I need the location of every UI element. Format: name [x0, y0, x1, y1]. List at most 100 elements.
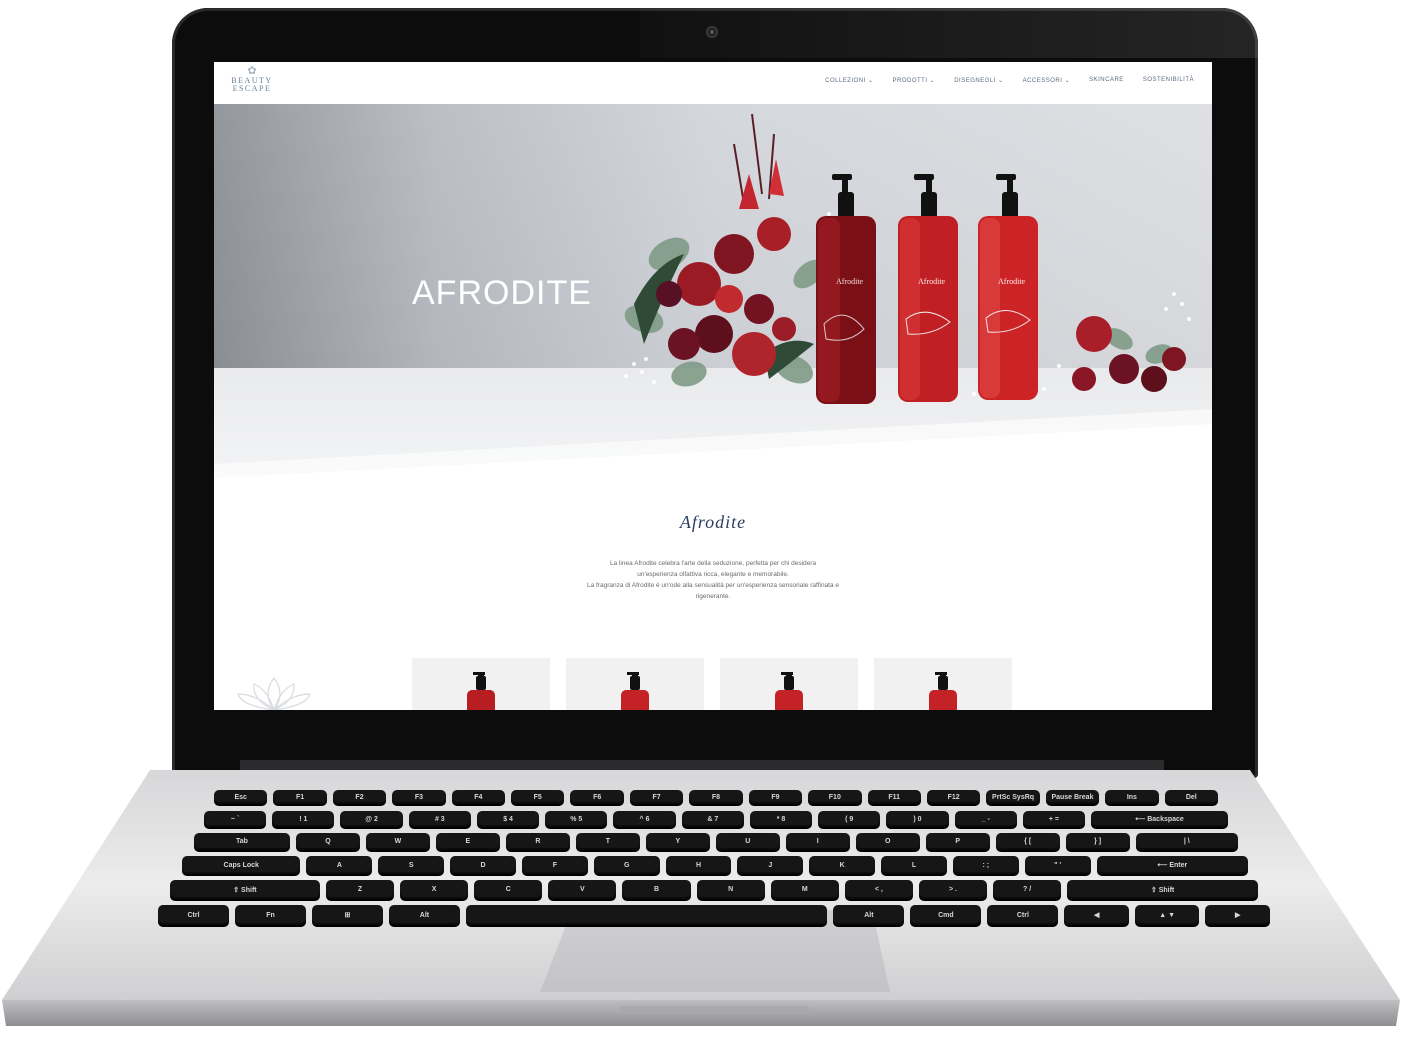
- key-row4-3[interactable]: D: [450, 856, 516, 874]
- key-row4-7[interactable]: J: [737, 856, 804, 874]
- key-row2-2[interactable]: @ 2: [340, 811, 403, 827]
- key-row2-7[interactable]: & 7: [681, 811, 744, 827]
- nav-item-disegnegli[interactable]: DISEGNEGLI ⌄: [954, 77, 1003, 84]
- key-row4-5[interactable]: G: [593, 856, 660, 874]
- key-row3-13[interactable]: | \: [1135, 833, 1238, 850]
- key-row5-2[interactable]: X: [400, 880, 469, 899]
- key-row3-4[interactable]: R: [505, 833, 570, 850]
- key-row5-8[interactable]: < ,: [844, 880, 913, 899]
- key-row4-1[interactable]: A: [306, 856, 373, 874]
- key-row2-5[interactable]: % 5: [545, 811, 608, 827]
- nav-item-sostenibilita[interactable]: SOSTENIBILITÀ: [1143, 77, 1194, 84]
- key-row4-2[interactable]: S: [378, 856, 445, 874]
- key-row1-5[interactable]: F5: [511, 790, 565, 804]
- key-row5-6[interactable]: N: [696, 880, 765, 899]
- key-row5-4[interactable]: V: [548, 880, 617, 899]
- key-row3-0[interactable]: Tab: [194, 833, 290, 850]
- key-row5-7[interactable]: M: [770, 880, 839, 899]
- key-row3-9[interactable]: O: [855, 833, 920, 850]
- intro-line-2: un'esperienza olfattiva ricca, elegante …: [637, 571, 789, 578]
- key-row4-12[interactable]: ⟵ Enter: [1096, 856, 1248, 874]
- key-row2-10[interactable]: ) 0: [886, 811, 949, 827]
- key-row2-6[interactable]: ^ 6: [613, 811, 676, 827]
- key-row5-11[interactable]: ⇧ Shift: [1067, 880, 1258, 899]
- key-row3-10[interactable]: P: [925, 833, 990, 850]
- key-row6-9[interactable]: ▲ ▼: [1134, 905, 1200, 925]
- key-row1-14[interactable]: Pause Break: [1045, 790, 1100, 804]
- key-row2-12[interactable]: + =: [1022, 811, 1086, 827]
- nav-item-skincare[interactable]: SKINCARE: [1089, 77, 1124, 84]
- key-row3-8[interactable]: I: [785, 833, 850, 850]
- key-row1-0[interactable]: Esc: [214, 790, 268, 804]
- key-row6-5[interactable]: Alt: [833, 905, 905, 925]
- key-row1-7[interactable]: F7: [629, 790, 684, 804]
- key-row4-4[interactable]: F: [521, 856, 588, 874]
- key-row1-15[interactable]: Ins: [1105, 790, 1159, 804]
- key-row2-4[interactable]: $ 4: [476, 811, 540, 827]
- key-row6-6[interactable]: Cmd: [910, 905, 982, 925]
- key-row3-2[interactable]: W: [365, 833, 430, 850]
- key-row5-9[interactable]: > .: [918, 880, 988, 899]
- key-row4-11[interactable]: " ': [1024, 856, 1091, 874]
- key-row1-2[interactable]: F2: [332, 790, 387, 804]
- key-row1-3[interactable]: F3: [392, 790, 446, 804]
- key-row2-3[interactable]: # 3: [408, 811, 471, 827]
- key-row1-11[interactable]: F11: [867, 790, 921, 804]
- key-row3-12[interactable]: } ]: [1065, 833, 1130, 850]
- key-row6-2[interactable]: ⊞: [311, 905, 383, 925]
- key-row1-13[interactable]: PrtSc SysRq: [986, 790, 1040, 804]
- key-row5-5[interactable]: B: [622, 880, 691, 899]
- key-row6-8[interactable]: ◀: [1064, 905, 1129, 925]
- key-row4-9[interactable]: L: [881, 856, 947, 874]
- key-row2-13[interactable]: ⟵ Backspace: [1091, 811, 1228, 827]
- key-row5-1[interactable]: Z: [325, 880, 395, 899]
- key-row3-3[interactable]: E: [435, 833, 500, 850]
- key-row2-0[interactable]: ~ `: [204, 811, 267, 827]
- nav-item-collezioni[interactable]: COLLEZIONI ⌄: [825, 77, 873, 84]
- key-row3-11[interactable]: { [: [995, 833, 1060, 850]
- hero-product-photo: Afrodite Afrodite Afrodite: [214, 113, 1212, 478]
- nav-item-prodotti[interactable]: PRODOTTI ⌄: [893, 77, 936, 84]
- key-row1-4[interactable]: F4: [451, 790, 506, 804]
- key-row1-10[interactable]: F10: [808, 790, 862, 804]
- key-row4-0[interactable]: Caps Lock: [182, 856, 301, 874]
- key-row6-10[interactable]: ▶: [1205, 905, 1270, 925]
- key-row6-3[interactable]: Alt: [388, 905, 460, 925]
- key-row5-0[interactable]: ⇧ Shift: [170, 880, 320, 899]
- key-row5-3[interactable]: C: [474, 880, 543, 899]
- key-row6-4[interactable]: [465, 905, 828, 925]
- nav-item-accessori[interactable]: ACCESSORI ⌄: [1023, 77, 1071, 84]
- product-tile[interactable]: [720, 658, 858, 710]
- key-row2-1[interactable]: ! 1: [272, 811, 335, 827]
- key-row4-10[interactable]: : ;: [952, 856, 1019, 874]
- key-row2-8[interactable]: * 8: [749, 811, 813, 827]
- intro-title: Afrodite: [679, 512, 747, 532]
- site-logo[interactable]: ✿ BEAUTY ESCAPE: [222, 66, 282, 100]
- key-row2-11[interactable]: _ -: [954, 811, 1017, 827]
- key-row5-10[interactable]: ? /: [993, 880, 1062, 899]
- product-tile[interactable]: [566, 658, 704, 710]
- key-row3-1[interactable]: Q: [295, 833, 360, 850]
- bottle-1: [816, 174, 876, 404]
- key-row4-6[interactable]: H: [665, 856, 732, 874]
- key-row1-6[interactable]: F6: [570, 790, 624, 804]
- intro-line-3: La fragranza di Afrodite è un'ode alla s…: [586, 582, 840, 589]
- product-tile[interactable]: [412, 658, 550, 710]
- key-row2-9[interactable]: ( 9: [818, 811, 881, 827]
- key-row6-7[interactable]: Ctrl: [987, 905, 1059, 925]
- bottle-2-label: Afrodite: [918, 277, 946, 286]
- key-row3-7[interactable]: U: [715, 833, 780, 850]
- key-row3-6[interactable]: Y: [645, 833, 710, 850]
- key-row1-1[interactable]: F1: [273, 790, 327, 804]
- key-row1-16[interactable]: Del: [1164, 790, 1218, 804]
- webcam-icon: [706, 26, 718, 38]
- key-row1-8[interactable]: F8: [689, 790, 743, 804]
- key-row1-12[interactable]: F12: [926, 790, 981, 804]
- key-row6-1[interactable]: Fn: [234, 905, 306, 925]
- key-row3-5[interactable]: T: [575, 833, 640, 850]
- product-tile[interactable]: [874, 658, 1012, 710]
- key-row6-0[interactable]: Ctrl: [158, 905, 229, 925]
- key-row4-8[interactable]: K: [809, 856, 876, 874]
- key-row1-9[interactable]: F9: [748, 790, 803, 804]
- product-bottle-icon: [929, 672, 957, 710]
